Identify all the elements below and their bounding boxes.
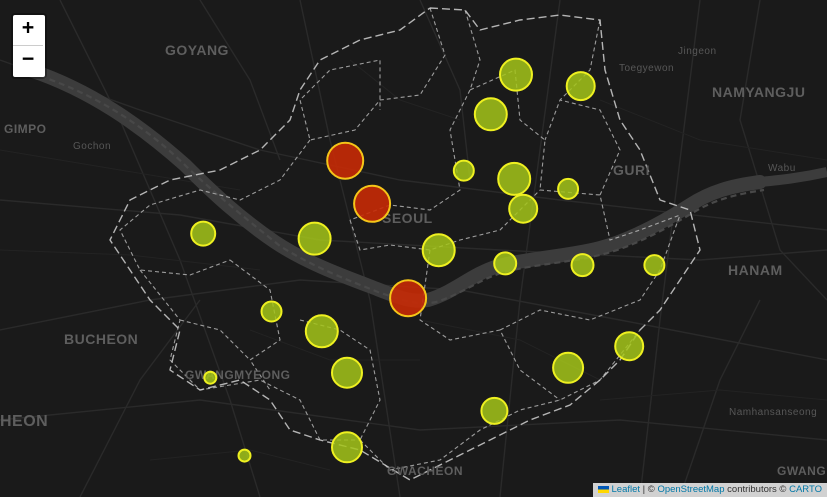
- marker-high-m4[interactable]: [326, 141, 365, 180]
- attribution-sep: | ©: [640, 484, 658, 495]
- marker-medium-m15[interactable]: [643, 254, 666, 277]
- leaflet-link[interactable]: Leaflet: [612, 484, 641, 495]
- zoom-out-button[interactable]: −: [13, 45, 43, 76]
- marker-medium-m6[interactable]: [497, 161, 532, 196]
- marker-medium-m2[interactable]: [565, 71, 596, 102]
- carto-link[interactable]: CARTO: [789, 484, 822, 495]
- marker-medium-m1[interactable]: [499, 57, 533, 92]
- marker-medium-m24[interactable]: [331, 431, 363, 464]
- marker-medium-m20[interactable]: [552, 351, 585, 384]
- marker-high-m8[interactable]: [353, 184, 392, 223]
- marker-medium-m3[interactable]: [473, 97, 508, 132]
- marker-medium-m19[interactable]: [614, 331, 645, 362]
- marker-medium-m13[interactable]: [493, 251, 518, 276]
- marker-medium-m9[interactable]: [508, 193, 539, 224]
- marker-medium-m12[interactable]: [421, 233, 456, 268]
- attribution: Leaflet | © OpenStreetMap contributors ©…: [592, 483, 827, 497]
- attribution-contributors: contributors ©: [724, 484, 790, 495]
- marker-layer: [190, 57, 666, 464]
- ukraine-flag-icon: [597, 485, 609, 493]
- marker-low-m25[interactable]: [237, 448, 252, 463]
- marker-medium-m23[interactable]: [480, 396, 509, 425]
- marker-medium-m7[interactable]: [557, 177, 580, 200]
- marker-medium-m21[interactable]: [331, 356, 363, 389]
- marker-medium-m11[interactable]: [297, 221, 332, 256]
- marker-medium-m17[interactable]: [260, 300, 283, 323]
- marker-medium-m10[interactable]: [190, 220, 217, 247]
- marker-low-m22[interactable]: [203, 370, 218, 385]
- map-container[interactable]: GOYANG GIMPO Gochon Jingeon Toegyewon NA…: [0, 0, 827, 497]
- marker-medium-m14[interactable]: [570, 253, 595, 278]
- osm-link[interactable]: OpenStreetMap: [657, 484, 724, 495]
- marker-high-m16[interactable]: [389, 279, 428, 318]
- marker-medium-m18[interactable]: [304, 314, 339, 349]
- zoom-control: + −: [11, 13, 47, 79]
- zoom-in-button[interactable]: +: [13, 15, 43, 45]
- marker-medium-m5[interactable]: [452, 159, 475, 182]
